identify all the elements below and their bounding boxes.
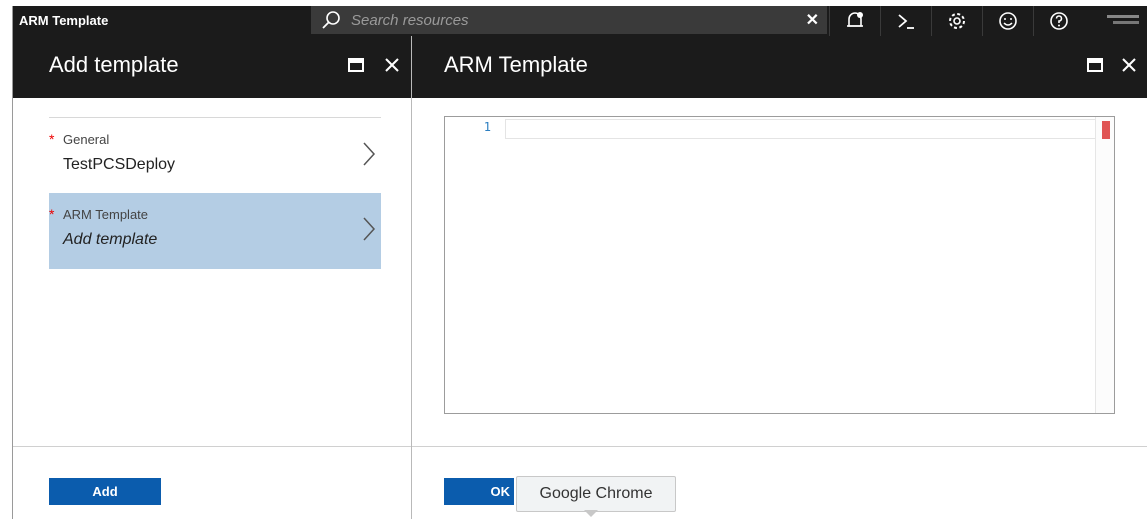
arm-template-blade: ARM Template 1 OK Google Chrome (412, 36, 1147, 519)
help-icon[interactable] (1033, 6, 1084, 36)
code-editor[interactable]: 1 (444, 116, 1115, 414)
close-icon (385, 58, 399, 72)
maximize-button[interactable] (343, 52, 369, 78)
avatar[interactable] (1103, 10, 1143, 30)
blade-title: ARM Template (444, 52, 588, 77)
required-marker: * (49, 206, 55, 222)
menu-item-label: * General (49, 131, 110, 147)
maximize-button[interactable] (1082, 52, 1108, 78)
add-button[interactable]: Add (49, 478, 161, 505)
feedback-icon[interactable] (982, 6, 1033, 36)
ok-button[interactable]: OK (444, 478, 514, 505)
search-input[interactable] (351, 6, 771, 34)
footer-divider (13, 446, 411, 447)
chevron-right-icon (363, 217, 376, 241)
blade-title: Add template (49, 52, 179, 77)
menu-item-arm-template[interactable]: * ARM Template Add template (49, 193, 381, 269)
maximize-icon (348, 58, 364, 72)
error-marker (1102, 121, 1110, 139)
menu-item-general[interactable]: * General TestPCSDeploy (49, 118, 381, 194)
blade-header: ARM Template (412, 36, 1147, 98)
add-template-blade: Add template * General TestPCSDeploy * ARM… (13, 36, 412, 519)
close-blade-button[interactable] (1116, 52, 1142, 78)
settings-icon[interactable] (931, 6, 982, 36)
top-toolbar (829, 6, 1084, 36)
required-marker: * (49, 131, 55, 147)
close-blade-button[interactable] (379, 52, 405, 78)
notifications-icon[interactable] (829, 6, 880, 36)
search-icon (322, 11, 340, 29)
app-title: ARM Template (19, 13, 109, 28)
menu-item-value: Add template (63, 231, 158, 248)
maximize-icon (1087, 58, 1103, 72)
close-icon (1122, 58, 1136, 72)
editor-minimap[interactable] (1095, 117, 1114, 413)
menu-item-value: TestPCSDeploy (63, 156, 176, 173)
line-number: 1 (483, 120, 491, 134)
portal-window: ARM Template ✕ (12, 6, 1147, 519)
footer-divider (412, 446, 1147, 447)
blade-header: Add template (13, 36, 411, 98)
chevron-right-icon (363, 142, 376, 166)
current-line[interactable] (505, 119, 1097, 139)
tooltip: Google Chrome (516, 476, 676, 512)
menu-item-label: * ARM Template (49, 206, 149, 222)
search-box[interactable]: ✕ (311, 6, 827, 34)
top-bar: ARM Template ✕ (13, 6, 1147, 36)
cloud-shell-icon[interactable] (880, 6, 931, 36)
tooltip-tail (584, 510, 598, 517)
line-gutter: 1 (445, 117, 505, 413)
close-icon[interactable]: ✕ (806, 10, 819, 30)
